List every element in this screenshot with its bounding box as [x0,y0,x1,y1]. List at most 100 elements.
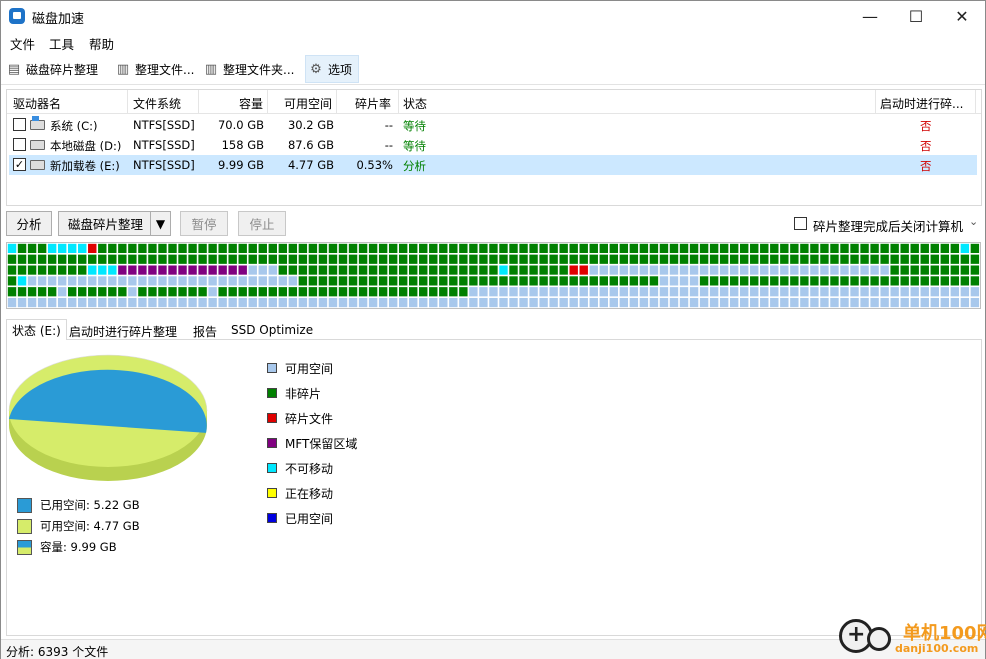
cluster-block [448,297,459,308]
tab-status[interactable]: 状态 (E:) [6,319,67,341]
cluster-block [819,243,830,254]
table-row[interactable]: 本地磁盘 (D:) NTFS[SSD] 158 GB 87.6 GB -- 等待… [9,135,977,155]
defrag-file-button[interactable]: ▥ 整理文件... [113,55,195,83]
cluster-block [819,254,830,265]
cluster-block [528,297,539,308]
cluster-block [278,275,288,287]
chevron-down-icon[interactable]: ⌄ [969,215,978,228]
drive-boot: 否 [920,139,932,153]
menu-file[interactable]: 文件 [10,34,35,53]
defrag-folder-button[interactable]: ▥ 整理文件夹... [201,55,295,83]
cluster-block [960,297,970,308]
cluster-block [368,264,378,276]
app-window: 磁盘加速 — ☐ ✕ 文件 工具 帮助 ▤ 磁盘碎片整理 ▥ 整理文件... ▥… [0,0,986,659]
column-header-free[interactable]: 可用空间 [284,95,332,112]
cluster-block [147,297,158,308]
stop-button[interactable]: 停止 [238,211,286,236]
cluster-block [378,264,388,276]
menu-help[interactable]: 帮助 [89,34,114,53]
cluster-block [17,286,27,297]
cluster-block [588,264,599,276]
cluster-block [97,297,108,308]
cluster-block [719,275,729,287]
maximize-button[interactable]: ☐ [893,1,939,31]
cluster-block [328,297,338,308]
cluster-block [368,275,378,287]
cluster-block [919,286,930,297]
cluster-block [358,264,368,276]
cluster-block [649,286,659,297]
cluster-block [378,286,388,297]
cluster-block [759,254,770,265]
cluster-block [929,286,940,297]
cluster-block [37,243,47,254]
cluster-block [709,275,719,287]
cluster-block [37,254,47,265]
legend-swatch [267,363,277,373]
column-header-drive[interactable]: 驱动器名 [13,95,61,112]
options-button[interactable]: ⚙ 选项 [305,55,359,83]
cluster-block [649,243,659,254]
drive-checkbox-checked[interactable]: ✓ [13,158,26,171]
cluster-block [739,254,750,265]
pause-button[interactable]: 暂停 [180,211,228,236]
analyze-button[interactable]: 分析 [6,211,52,236]
cluster-block [388,297,398,308]
cluster-block [278,264,288,276]
column-header-boot[interactable]: 启动时进行碎... [880,95,963,112]
cluster-block [950,286,960,297]
cluster-block [629,264,639,276]
defrag-toolbar-button[interactable]: ▤ 磁盘碎片整理 [4,55,98,83]
cluster-block [428,297,439,308]
cluster-block [639,286,649,297]
cluster-block [659,297,669,308]
cluster-block [47,264,57,276]
cluster-block [739,286,750,297]
cluster-block [187,275,198,287]
cluster-block [137,254,148,265]
drive-checkbox[interactable] [13,118,26,131]
column-header-status[interactable]: 状态 [403,95,427,112]
close-button[interactable]: ✕ [939,1,985,31]
cluster-block [458,264,469,276]
cluster-block [308,286,318,297]
defrag-folder-label: 整理文件夹... [223,62,295,77]
cluster-block [227,254,238,265]
folder-icon: ▥ [204,61,218,77]
menu-tools[interactable]: 工具 [49,34,74,53]
drive-checkbox[interactable] [13,138,26,151]
cluster-block [538,243,549,254]
column-header-capacity[interactable]: 容量 [239,95,263,112]
dropdown-arrow-icon[interactable]: ▼ [150,212,170,235]
cluster-block [27,254,37,265]
cluster-block [207,254,218,265]
cluster-block [318,286,328,297]
cluster-block [177,254,188,265]
cluster-block [237,275,248,287]
column-header-fs[interactable]: 文件系统 [133,95,181,112]
table-row-selected[interactable]: ✓ 新加载卷 (E:) NTFS[SSD] 9.99 GB 4.77 GB 0.… [9,155,977,175]
cluster-block [588,297,599,308]
cluster-block [288,297,298,308]
cluster-block [679,243,689,254]
tab-ssd-optimize[interactable]: SSD Optimize [226,321,318,340]
cluster-block [629,297,639,308]
cluster-block [669,254,679,265]
shutdown-checkbox[interactable] [794,217,807,230]
cluster-block [619,275,629,287]
cluster-block [859,275,870,287]
table-row[interactable]: 系统 (C:) NTFS[SSD] 70.0 GB 30.2 GB -- 等待 … [9,115,977,135]
cluster-block [829,275,840,287]
defrag-split-button[interactable]: 磁盘碎片整理 ▼ [58,211,171,236]
drive-name: 系统 (C:) [50,119,98,133]
tab-boot-defrag[interactable]: 启动时进行碎片整理 [64,321,182,340]
cluster-block [608,243,619,254]
cluster-block [408,254,419,265]
cluster-block [368,286,378,297]
tab-report[interactable]: 报告 [188,321,222,340]
minimize-button[interactable]: — [847,1,893,31]
column-header-frag[interactable]: 碎片率 [355,95,391,112]
cluster-block [829,264,840,276]
cluster-block [749,254,760,265]
cluster-block [438,243,449,254]
